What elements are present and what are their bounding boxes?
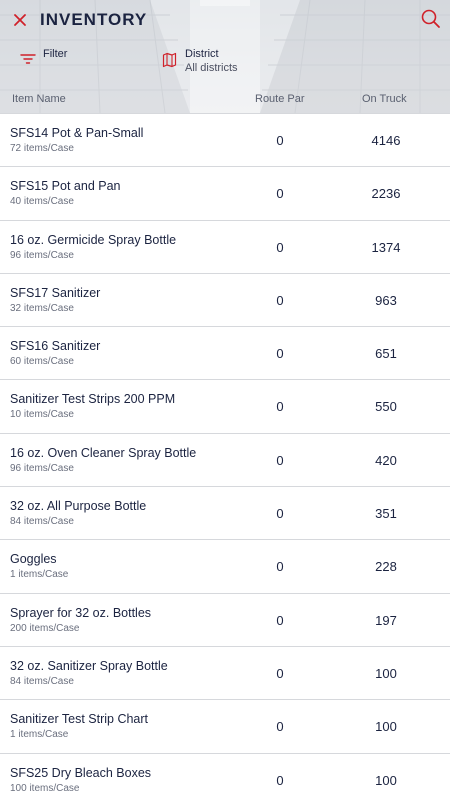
item-case-size: 32 items/Case xyxy=(10,302,74,314)
item-on-truck: 651 xyxy=(375,346,397,362)
inventory-row[interactable]: SFS25 Dry Bleach Boxes 100 items/Case 0 … xyxy=(0,754,450,800)
inventory-row[interactable]: 32 oz. All Purpose Bottle 84 items/Case … xyxy=(0,487,450,541)
item-on-truck: 228 xyxy=(375,559,397,575)
item-on-truck: 100 xyxy=(375,665,397,681)
item-case-size: 60 items/Case xyxy=(10,356,74,368)
item-route-par: 0 xyxy=(276,399,284,415)
inventory-row[interactable]: SFS15 Pot and Pan 40 items/Case 0 2236 xyxy=(0,167,450,221)
item-name: Sprayer for 32 oz. Bottles xyxy=(10,605,152,620)
item-on-truck: 100 xyxy=(375,719,397,735)
search-button[interactable] xyxy=(420,8,442,30)
item-case-size: 1 items/Case xyxy=(10,729,69,741)
inventory-row[interactable]: Sanitizer Test Strip Chart 1 items/Case … xyxy=(0,700,450,754)
item-on-truck: 550 xyxy=(375,399,397,415)
item-name: SFS15 Pot and Pan xyxy=(10,179,121,194)
header-content: INVENTORY Filter District All districts xyxy=(0,0,450,113)
inventory-row[interactable]: SFS17 Sanitizer 32 items/Case 0 963 xyxy=(0,274,450,328)
item-route-par: 0 xyxy=(276,186,284,202)
item-route-par: 0 xyxy=(276,292,284,308)
item-case-size: 84 items/Case xyxy=(10,675,74,687)
item-on-truck: 4146 xyxy=(371,133,401,148)
item-case-size: 84 items/Case xyxy=(10,516,74,528)
inventory-row[interactable]: Sanitizer Test Strips 200 PPM 10 items/C… xyxy=(0,380,450,434)
item-name: Sanitizer Test Strip Chart xyxy=(10,712,149,727)
filter-icon xyxy=(20,54,36,64)
item-on-truck: 963 xyxy=(375,292,397,308)
district-selector[interactable]: District All districts xyxy=(162,46,282,76)
item-route-par: 0 xyxy=(276,719,284,735)
item-name: SFS17 Sanitizer xyxy=(10,285,101,300)
item-route-par: 0 xyxy=(276,612,284,628)
item-on-truck: 100 xyxy=(375,772,397,788)
item-name: Goggles xyxy=(10,552,57,567)
item-on-truck: 197 xyxy=(375,612,397,628)
item-route-par: 0 xyxy=(276,133,284,148)
item-name: 16 oz. Germicide Spray Bottle xyxy=(10,232,177,247)
inventory-row[interactable]: Goggles 1 items/Case 0 228 xyxy=(0,540,450,594)
item-case-size: 10 items/Case xyxy=(10,409,74,421)
item-name: 32 oz. All Purpose Bottle xyxy=(10,499,147,514)
inventory-row[interactable]: SFS16 Sanitizer 60 items/Case 0 651 xyxy=(0,327,450,381)
item-case-size: 96 items/Case xyxy=(10,462,74,474)
item-route-par: 0 xyxy=(276,772,284,788)
item-name: SFS14 Pot & Pan-Small xyxy=(10,126,144,140)
inventory-row[interactable]: 16 oz. Oven Cleaner Spray Bottle 96 item… xyxy=(0,434,450,488)
item-route-par: 0 xyxy=(276,665,284,681)
close-button[interactable] xyxy=(10,10,30,30)
column-header-route-par: Route Par xyxy=(255,93,305,105)
district-value: All districts xyxy=(185,62,238,74)
close-icon xyxy=(14,14,26,26)
item-case-size: 1 items/Case xyxy=(10,569,69,581)
inventory-row[interactable]: SFS14 Pot & Pan-Small 72 items/Case 0 41… xyxy=(0,114,450,168)
inventory-row[interactable]: 32 oz. Sanitizer Spray Bottle 84 items/C… xyxy=(0,647,450,701)
item-case-size: 200 items/Case xyxy=(10,622,80,634)
item-on-truck: 351 xyxy=(375,506,397,522)
item-route-par: 0 xyxy=(276,452,284,468)
item-name: 32 oz. Sanitizer Spray Bottle xyxy=(10,658,168,673)
inventory-row[interactable]: 16 oz. Germicide Spray Bottle 96 items/C… xyxy=(0,221,450,274)
item-name: Sanitizer Test Strips 200 PPM xyxy=(10,392,176,407)
item-case-size: 96 items/Case xyxy=(10,249,74,261)
item-route-par: 0 xyxy=(276,559,284,575)
page-title: INVENTORY xyxy=(40,10,148,29)
district-label: District xyxy=(185,48,219,60)
item-name: 16 oz. Oven Cleaner Spray Bottle xyxy=(10,445,197,460)
header: INVENTORY Filter District All districts xyxy=(0,0,450,113)
filter-label: Filter xyxy=(43,48,68,60)
column-header-on-truck: On Truck xyxy=(362,93,407,105)
item-on-truck: 2236 xyxy=(371,186,401,202)
item-on-truck: 420 xyxy=(375,452,397,468)
column-header-item-name: Item Name xyxy=(12,93,66,105)
inventory-list: SFS14 Pot & Pan-Small 72 items/Case 0 41… xyxy=(0,113,450,800)
item-name: SFS16 Sanitizer xyxy=(10,339,101,354)
item-route-par: 0 xyxy=(276,346,284,362)
item-name: SFS25 Dry Bleach Boxes xyxy=(10,765,152,780)
item-case-size: 40 items/Case xyxy=(10,196,74,208)
item-route-par: 0 xyxy=(276,506,284,522)
item-case-size: 100 items/Case xyxy=(10,782,80,794)
item-route-par: 0 xyxy=(276,239,284,255)
item-on-truck: 1374 xyxy=(371,239,401,255)
inventory-row[interactable]: Sprayer for 32 oz. Bottles 200 items/Cas… xyxy=(0,594,450,647)
item-case-size: 72 items/Case xyxy=(10,143,74,154)
map-icon xyxy=(162,52,177,68)
search-icon xyxy=(421,9,440,28)
